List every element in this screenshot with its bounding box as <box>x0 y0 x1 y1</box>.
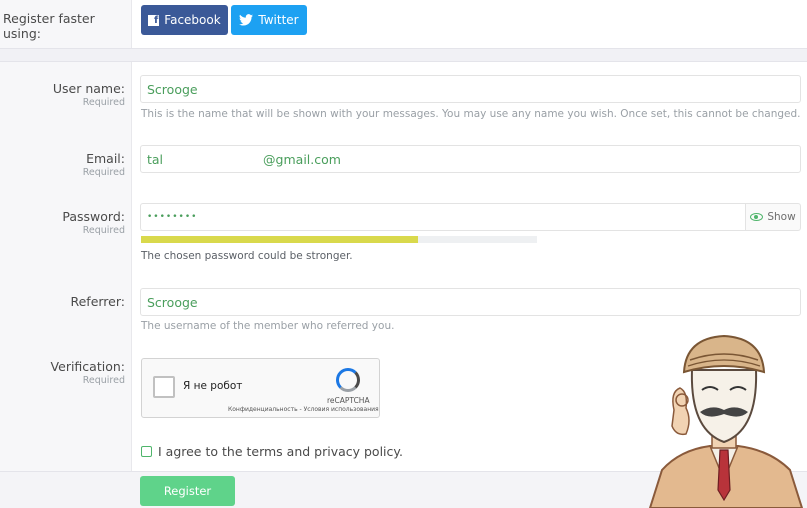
recaptcha-brand: reCAPTCHA <box>327 396 370 405</box>
recaptcha-privacy-links[interactable]: Конфиденциальность - Условия использован… <box>228 406 379 413</box>
show-password-label: Show <box>767 211 796 223</box>
verification-label: Verification: <box>50 359 125 374</box>
email-label: Email: <box>86 151 125 166</box>
recaptcha-logo-icon <box>336 368 360 392</box>
email-value-suffix: @gmail.com <box>263 151 341 167</box>
password-input[interactable]: •••••••• <box>140 203 746 231</box>
recaptcha-checkbox[interactable] <box>153 376 175 398</box>
referrer-value: Scrooge <box>147 294 198 310</box>
social-label: Register faster using: <box>3 11 95 41</box>
username-label: User name: <box>52 81 125 96</box>
register-button-label: Register <box>163 484 212 498</box>
facebook-icon: f <box>148 14 160 26</box>
agree-label[interactable]: I agree to the terms and privacy policy. <box>158 444 403 459</box>
section-divider <box>0 48 807 62</box>
email-value-prefix: tal <box>147 151 164 167</box>
social-label-column: Register faster using: <box>0 0 132 48</box>
username-input[interactable]: Scrooge <box>140 75 801 103</box>
recaptcha-widget: Я не робот reCAPTCHA Конфиденциальность … <box>141 358 380 418</box>
verification-required: Required <box>82 375 125 386</box>
eye-icon <box>750 213 764 221</box>
username-required: Required <box>82 97 125 108</box>
facebook-button-label: Facebook <box>164 13 221 27</box>
show-password-button[interactable]: Show <box>745 203 801 231</box>
recaptcha-label: Я не робот <box>183 380 243 392</box>
form-label-column <box>0 62 132 508</box>
agree-checkbox[interactable] <box>141 446 152 457</box>
password-value: •••••••• <box>147 212 198 222</box>
register-button[interactable]: Register <box>140 476 235 506</box>
twitter-button[interactable]: Twitter <box>231 5 307 35</box>
password-strength-meter <box>141 236 537 243</box>
password-hint: The chosen password could be stronger. <box>141 250 353 262</box>
password-strength-fill <box>141 236 419 243</box>
password-label: Password: <box>62 209 125 224</box>
referrer-input[interactable]: Scrooge <box>140 288 801 316</box>
password-required: Required <box>82 225 125 236</box>
social-login-bar: Register faster using: f Facebook Twitte… <box>0 0 807 48</box>
twitter-button-label: Twitter <box>258 13 299 27</box>
email-input[interactable]: tal @gmail.com <box>140 145 801 173</box>
referrer-hint: The username of the member who referred … <box>141 320 395 332</box>
username-hint: This is the name that will be shown with… <box>141 108 801 120</box>
referrer-label: Referrer: <box>70 294 125 309</box>
email-required: Required <box>82 167 125 178</box>
facebook-button[interactable]: f Facebook <box>141 5 228 35</box>
username-value: Scrooge <box>147 81 198 97</box>
twitter-icon <box>239 14 254 26</box>
mascot-illustration <box>648 334 804 508</box>
